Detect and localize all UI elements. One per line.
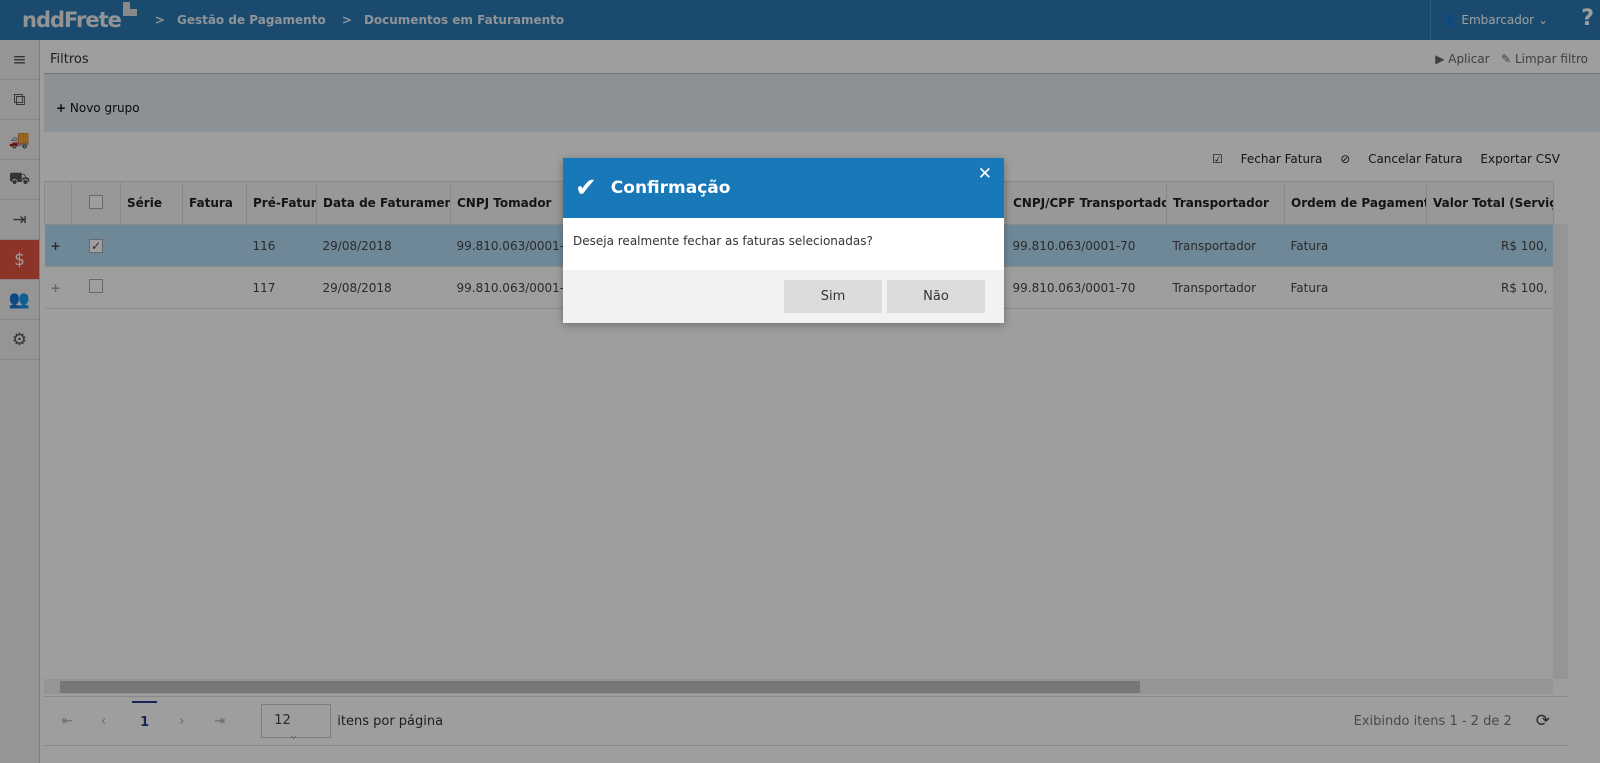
close-icon[interactable]: ✕ — [978, 164, 992, 184]
modal-backdrop[interactable] — [0, 0, 1600, 763]
dialog-title: Confirmação — [610, 178, 731, 198]
yes-button[interactable]: Sim — [784, 280, 882, 313]
dialog-message: Deseja realmente fechar as faturas selec… — [573, 234, 873, 248]
check-icon: ✔ — [575, 173, 597, 203]
no-button[interactable]: Não — [887, 280, 985, 313]
confirmation-dialog: ✔ Confirmação ✕ Deseja realmente fechar as… — [563, 158, 1004, 323]
